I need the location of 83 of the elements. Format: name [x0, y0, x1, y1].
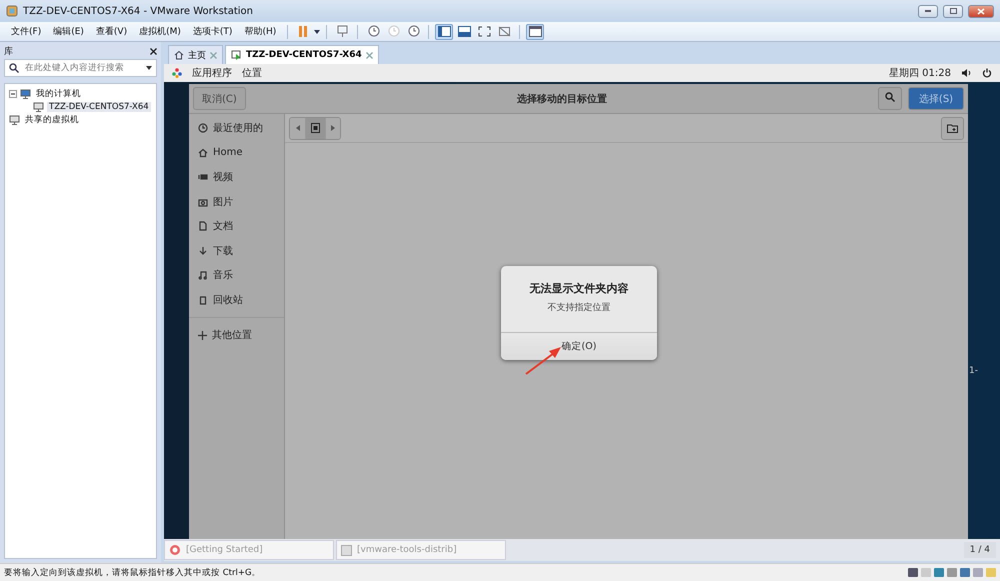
- sidebar-item[interactable]: 下载: [189, 238, 284, 263]
- tree-item[interactable]: TZZ-DEV-CENTOS7-X64: [47, 102, 151, 112]
- menu-item[interactable]: 虚拟机(M): [134, 25, 186, 38]
- thumbnail-view-button[interactable]: [526, 24, 544, 40]
- clock-icon: [198, 123, 208, 134]
- back-button[interactable]: [290, 118, 305, 138]
- maximize-icon: [950, 8, 956, 14]
- network-computer-icon: [9, 114, 20, 124]
- window-icon: [341, 544, 352, 556]
- close-icon[interactable]: [150, 48, 157, 54]
- error-title: 无法显示文件夹内容: [530, 281, 628, 296]
- tab[interactable]: TZZ-DEV-CENTOS7-X64: [225, 45, 379, 64]
- menu-item[interactable]: 选项卡(T): [188, 25, 238, 38]
- sidebar-item[interactable]: 其他位置: [189, 323, 284, 348]
- collapse-icon[interactable]: [9, 90, 17, 98]
- forward-button[interactable]: [325, 118, 340, 138]
- sidebar-item[interactable]: 最近使用的: [189, 116, 284, 140]
- close-icon: [977, 8, 985, 14]
- annotation-arrow: [524, 346, 562, 376]
- sidebar-item[interactable]: 音乐: [189, 263, 284, 288]
- right-arrow-icon: [331, 125, 335, 131]
- minimize-button[interactable]: [918, 4, 938, 18]
- power-icon[interactable]: [982, 68, 992, 78]
- error-message: 不支持指定位置: [548, 302, 610, 314]
- maximize-button[interactable]: [943, 4, 963, 18]
- folder-root-icon: [311, 123, 320, 133]
- search-icon: [9, 63, 19, 73]
- menu-item[interactable]: 帮助(H): [239, 25, 282, 38]
- applications-menu[interactable]: 应用程序: [192, 66, 232, 80]
- desktop-text: 1-: [969, 366, 978, 376]
- search-button[interactable]: [878, 87, 902, 110]
- minimize-icon: [925, 10, 931, 12]
- virtual-machine-icon: [231, 50, 242, 60]
- status-message: 要将输入定向到该虚拟机，请将鼠标指针移入其中或按 Ctrl+G。: [4, 566, 261, 578]
- new-folder-icon: [947, 123, 958, 133]
- sidebar-item[interactable]: 视频: [189, 165, 284, 190]
- search-field[interactable]: 在此处键入内容进行搜索: [4, 59, 157, 77]
- dropdown-caret-icon[interactable]: [314, 30, 320, 34]
- library-view-button[interactable]: [435, 24, 454, 40]
- sidebar-item[interactable]: 回收站: [189, 288, 284, 312]
- home-icon: [174, 50, 184, 60]
- download-icon: [198, 246, 208, 256]
- select-button[interactable]: 选择(S): [908, 87, 964, 110]
- dropdown-caret-icon[interactable]: [146, 66, 152, 70]
- library-title: 库: [4, 46, 13, 58]
- menu-item[interactable]: 编辑(E): [48, 25, 89, 38]
- cancel-button[interactable]: 取消(C): [193, 87, 246, 110]
- video-camera-icon: [198, 172, 208, 182]
- tree-item[interactable]: 我的计算机: [34, 88, 83, 100]
- page-counter: 1 / 4: [964, 542, 996, 558]
- pause-icon: [298, 26, 308, 37]
- dialog-title: 选择移动的目标位置: [516, 92, 608, 106]
- tab[interactable]: 主页: [168, 45, 223, 64]
- window-title: TZZ-DEV-CENTOS7-X64 - VMware Workstation: [23, 6, 254, 16]
- places-menu[interactable]: 位置: [242, 66, 262, 80]
- apps-icon: [172, 68, 182, 78]
- music-note-icon: [198, 270, 208, 280]
- menu-item[interactable]: 文件(F): [6, 25, 46, 38]
- document-icon: [198, 221, 208, 232]
- root-folder-button[interactable]: [305, 118, 325, 138]
- search-input[interactable]: 在此处键入内容进行搜索: [23, 62, 142, 74]
- left-arrow-icon: [296, 125, 300, 131]
- search-icon: [885, 92, 895, 102]
- virtual-machine-icon: [33, 102, 44, 112]
- vm-display[interactable]: 取消(C) 选择移动的目标位置 选择(S) 最近使用的 Home 视频 图片 文档 下载 音乐 回收站 其他位置 无法显示文件夹内容 不支持指定位置 确定(O) 1-: [164, 82, 1000, 539]
- plus-icon: [198, 330, 207, 340]
- menu-item[interactable]: 查看(V): [90, 25, 132, 38]
- app-logo-icon: [6, 5, 18, 17]
- sidebar-item[interactable]: 图片: [189, 190, 284, 214]
- console-view-button[interactable]: [455, 24, 474, 40]
- home-icon: [198, 148, 208, 158]
- sidebar-item[interactable]: Home: [189, 140, 284, 165]
- camera-icon: [198, 196, 208, 207]
- monitor-icon: [20, 88, 31, 98]
- clock[interactable]: 星期四 01:28: [889, 66, 951, 80]
- new-folder-button[interactable]: [942, 118, 963, 138]
- volume-icon[interactable]: [961, 68, 972, 78]
- tree-item[interactable]: 共享的虚拟机: [23, 114, 81, 126]
- close-button[interactable]: [968, 4, 994, 18]
- sidebar-item[interactable]: 文档: [189, 214, 284, 238]
- ok-button[interactable]: 确定(O): [501, 332, 657, 360]
- trash-icon: [198, 294, 208, 305]
- lifebuoy-icon: [169, 544, 181, 556]
